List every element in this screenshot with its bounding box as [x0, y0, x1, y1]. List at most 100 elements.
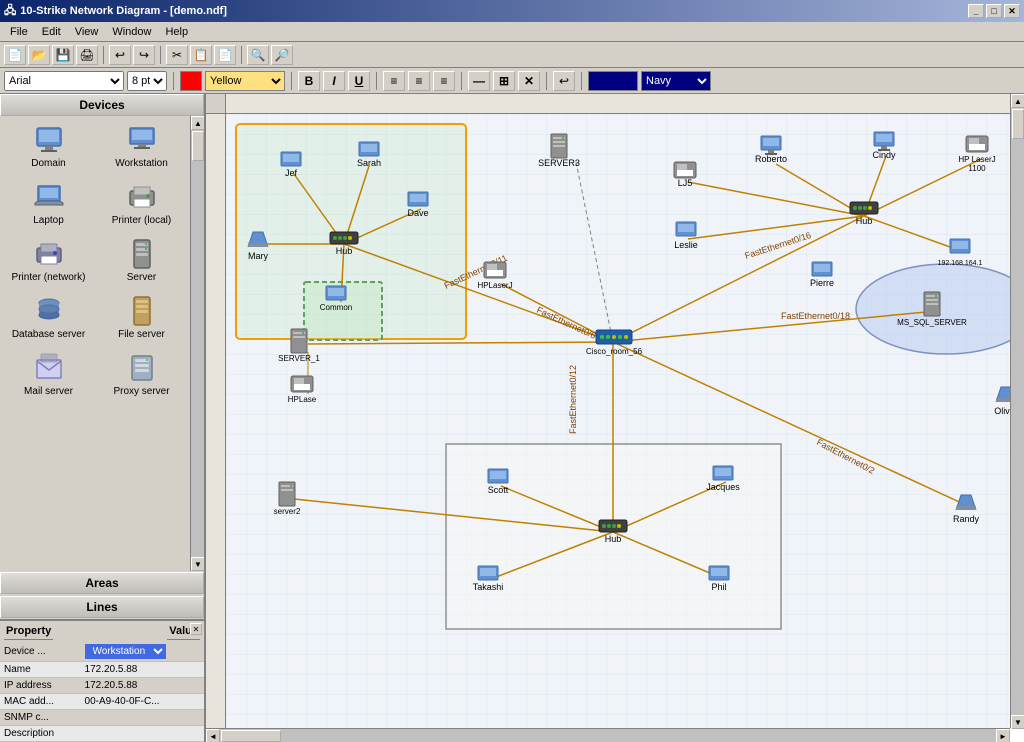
- cut-button[interactable]: ✂: [166, 45, 188, 65]
- bold-button[interactable]: B: [298, 71, 320, 91]
- line-color-select[interactable]: Navy: [641, 71, 711, 91]
- svg-text:Jef: Jef: [285, 168, 298, 178]
- italic-button[interactable]: I: [323, 71, 345, 91]
- svg-text:SERVER3: SERVER3: [538, 158, 580, 168]
- device-printer-network-label: Printer (network): [12, 272, 86, 283]
- font-color-button[interactable]: [180, 71, 202, 91]
- device-workstation[interactable]: Workstation: [97, 120, 186, 173]
- svg-text:HPLase: HPLase: [288, 395, 317, 404]
- device-laptop[interactable]: Laptop: [4, 177, 93, 230]
- svg-text:SERVER_1: SERVER_1: [278, 354, 320, 363]
- print-button[interactable]: 🖨: [76, 45, 98, 65]
- ruler-top: [226, 94, 1010, 114]
- device-type-select[interactable]: Workstation: [85, 644, 166, 659]
- menu-help[interactable]: Help: [159, 24, 194, 40]
- svg-text:Takashi: Takashi: [473, 582, 504, 592]
- align-right-button[interactable]: ≡: [433, 71, 455, 91]
- node-Leslie[interactable]: Leslie: [674, 222, 698, 250]
- device-mailserver[interactable]: Mail server: [4, 348, 93, 401]
- fileserver-icon: [126, 295, 158, 327]
- diagram[interactable]: FastEthernet0/11 FastEthernet0/6 FastEth…: [226, 114, 1010, 728]
- v-scroll-thumb[interactable]: [1012, 109, 1024, 139]
- symbol-button[interactable]: ✕: [518, 71, 540, 91]
- scroll-right-arrow[interactable]: ►: [996, 729, 1010, 742]
- devices-header[interactable]: Devices: [0, 94, 204, 116]
- scroll-down-arrow[interactable]: ▼: [191, 557, 204, 571]
- prop-row-desc: Description: [0, 726, 204, 742]
- zoom-out-button[interactable]: 🔎: [271, 45, 293, 65]
- main-toolbar: 📄 📂 💾 🖨 ↩ ↪ ✂ 📋 📄 🔍 🔎: [0, 42, 1024, 68]
- scroll-thumb[interactable]: [192, 131, 204, 161]
- node-Dave[interactable]: Dave: [407, 192, 428, 218]
- font-select[interactable]: Arial: [4, 71, 124, 91]
- node-Phil[interactable]: Phil: [709, 566, 729, 592]
- open-button[interactable]: 📂: [28, 45, 50, 65]
- device-printer-network[interactable]: Printer (network): [4, 234, 93, 287]
- menu-edit[interactable]: Edit: [36, 24, 67, 40]
- device-printer-local[interactable]: Printer (local): [97, 177, 186, 230]
- maximize-button[interactable]: □: [986, 4, 1002, 18]
- canvas-scrollbar-vertical[interactable]: ▲ ▼: [1010, 94, 1024, 728]
- line-style-button[interactable]: —: [468, 71, 490, 91]
- prop-name-value: 172.20.5.88: [81, 662, 204, 678]
- menu-view[interactable]: View: [69, 24, 105, 40]
- device-database[interactable]: Database server: [4, 291, 93, 344]
- scroll-up-arrow[interactable]: ▲: [191, 116, 204, 130]
- lines-button[interactable]: Lines: [0, 596, 204, 618]
- svg-text:1100: 1100: [968, 164, 986, 173]
- devices-scrollbar[interactable]: ▲ ▼: [190, 116, 204, 571]
- svg-text:Randy: Randy: [953, 514, 980, 524]
- scroll-up-canvas-arrow[interactable]: ▲: [1011, 94, 1024, 108]
- node-Cindy[interactable]: Cindy: [872, 132, 896, 160]
- proxyserver-icon: [126, 352, 158, 384]
- device-server[interactable]: Server: [97, 234, 186, 287]
- grid-button[interactable]: ⊞: [493, 71, 515, 91]
- laptop-icon: [33, 181, 65, 213]
- fill-color-select[interactable]: Yellow: [205, 71, 285, 91]
- prop-row-ip: IP address 172.20.5.88: [0, 678, 204, 694]
- printer-local-icon: [126, 181, 158, 213]
- device-proxyserver-label: Proxy server: [113, 386, 169, 397]
- line-color-button[interactable]: [588, 71, 638, 91]
- device-fileserver[interactable]: File server: [97, 291, 186, 344]
- scroll-track: [191, 130, 204, 557]
- scroll-left-arrow[interactable]: ◄: [206, 729, 220, 742]
- svg-text:Sarah: Sarah: [357, 158, 381, 168]
- node-HPLase[interactable]: HPLase: [288, 376, 317, 404]
- align-center-button[interactable]: ≡: [408, 71, 430, 91]
- zoom-in-button[interactable]: 🔍: [247, 45, 269, 65]
- redo-button[interactable]: ↪: [133, 45, 155, 65]
- device-database-label: Database server: [12, 329, 85, 340]
- close-button[interactable]: ✕: [1004, 4, 1020, 18]
- node-Pierre[interactable]: Pierre: [810, 262, 834, 288]
- minimize-button[interactable]: _: [968, 4, 984, 18]
- copy-button[interactable]: 📋: [190, 45, 212, 65]
- device-server-label: Server: [127, 272, 156, 283]
- device-domain[interactable]: Domain: [4, 120, 93, 173]
- h-scroll-thumb[interactable]: [221, 730, 281, 742]
- format-toolbar: Arial 8 pt Yellow B I U ≡ ≡ ≡ — ⊞ ✕ ↩ Na…: [0, 68, 1024, 94]
- workstation-icon: [126, 124, 158, 156]
- properties-close-button[interactable]: ✕: [190, 623, 202, 635]
- size-select[interactable]: 8 pt: [127, 71, 167, 91]
- areas-button[interactable]: Areas: [0, 572, 204, 594]
- refresh-button[interactable]: ↩: [553, 71, 575, 91]
- underline-button[interactable]: U: [348, 71, 370, 91]
- save-button[interactable]: 💾: [52, 45, 74, 65]
- paste-button[interactable]: 📄: [214, 45, 236, 65]
- menu-window[interactable]: Window: [106, 24, 157, 40]
- h-scroll-track: [220, 729, 996, 742]
- canvas-scrollbar-horizontal[interactable]: ◄ ►: [206, 728, 1010, 742]
- node-Sarah[interactable]: Sarah: [357, 142, 381, 168]
- canvas-area[interactable]: FastEthernet0/11 FastEthernet0/6 FastEth…: [206, 94, 1024, 742]
- device-proxyserver[interactable]: Proxy server: [97, 348, 186, 401]
- new-button[interactable]: 📄: [4, 45, 26, 65]
- align-left-button[interactable]: ≡: [383, 71, 405, 91]
- scroll-down-canvas-arrow[interactable]: ▼: [1011, 715, 1024, 729]
- domain-icon: [33, 124, 65, 156]
- svg-text:Hub: Hub: [605, 534, 622, 544]
- svg-text:Cisco_room_56: Cisco_room_56: [586, 347, 643, 356]
- node-Scott[interactable]: Scott: [488, 469, 509, 495]
- undo-button[interactable]: ↩: [109, 45, 131, 65]
- menu-file[interactable]: File: [4, 24, 34, 40]
